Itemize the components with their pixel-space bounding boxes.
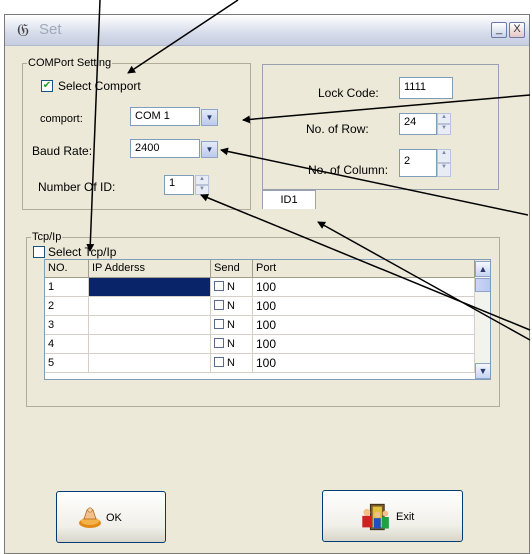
send-checkbox[interactable]: [214, 281, 224, 291]
ip-address-cell[interactable]: [89, 335, 211, 353]
window-title: Set: [39, 21, 62, 38]
port-cell[interactable]: 100: [253, 278, 475, 296]
exit-button-label: Exit: [396, 511, 415, 523]
spin-down-icon[interactable]: ▼: [437, 124, 451, 135]
column-header-ip[interactable]: IP Adderss: [89, 260, 211, 277]
row-number: 1: [45, 278, 89, 296]
table-row[interactable]: 2 N 100: [45, 297, 490, 316]
send-cell[interactable]: N: [211, 316, 253, 334]
rows-label: No. of Row:: [306, 122, 369, 136]
comport-select[interactable]: COM 1: [130, 107, 200, 126]
column-header-port[interactable]: Port: [253, 260, 475, 277]
send-value: N: [227, 300, 235, 312]
spin-up-icon[interactable]: ▲: [437, 149, 451, 163]
port-cell[interactable]: 100: [253, 354, 475, 372]
column-header-no[interactable]: NO.: [45, 260, 89, 277]
ok-hand-icon: [79, 507, 101, 528]
spin-up-icon[interactable]: ▲: [195, 175, 209, 185]
ip-address-cell[interactable]: [89, 278, 211, 296]
ip-address-cell[interactable]: [89, 354, 211, 372]
columns-spinner[interactable]: ▲ ▼: [437, 149, 451, 177]
baud-rate-label: Baud Rate:: [32, 144, 93, 158]
column-header-send[interactable]: Send: [211, 260, 253, 277]
tcpip-group-label: Tcp/Ip: [31, 231, 63, 244]
ok-button[interactable]: OK: [56, 491, 166, 543]
table-header: NO. IP Adderss Send Port: [45, 260, 490, 278]
row-number: 4: [45, 335, 89, 353]
columns-input[interactable]: 2: [399, 149, 437, 177]
send-cell[interactable]: N: [211, 297, 253, 315]
select-comport-checkbox[interactable]: ✔: [41, 80, 53, 92]
number-of-id-spinner[interactable]: ▲ ▼: [195, 175, 209, 195]
baud-rate-select[interactable]: 2400: [130, 139, 200, 158]
table-row[interactable]: 4 N 100: [45, 335, 490, 354]
send-checkbox[interactable]: [214, 357, 224, 367]
send-value: N: [227, 338, 235, 350]
scroll-up-icon[interactable]: ▲: [475, 261, 490, 277]
send-cell[interactable]: N: [211, 354, 253, 372]
exit-people-icon: [362, 503, 389, 531]
send-value: N: [227, 319, 235, 331]
comport-group-label: COMPort Setting: [27, 57, 113, 70]
select-comport-label: Select Comport: [58, 79, 141, 93]
table-row[interactable]: 3 N 100: [45, 316, 490, 335]
table-row[interactable]: 5 N 100: [45, 354, 490, 373]
baud-rate-dropdown-button[interactable]: ▼: [201, 141, 218, 158]
comport-dropdown-button[interactable]: ▼: [201, 109, 218, 126]
close-button[interactable]: X: [509, 22, 525, 38]
send-checkbox[interactable]: [214, 300, 224, 310]
exit-button[interactable]: Exit: [322, 490, 463, 542]
app-icon: 𝔊: [16, 21, 30, 40]
scroll-thumb[interactable]: [475, 278, 490, 292]
number-of-id-input[interactable]: 1: [164, 175, 194, 195]
columns-label: No. of Column:: [308, 163, 389, 177]
spin-down-icon[interactable]: ▼: [437, 163, 451, 177]
ip-address-cell[interactable]: [89, 297, 211, 315]
number-of-id-label: Number Of ID:: [38, 180, 116, 194]
ip-address-table: NO. IP Adderss Send Port 1 N 100 2 N 100…: [44, 259, 491, 380]
ok-button-label: OK: [106, 512, 122, 524]
send-checkbox[interactable]: [214, 319, 224, 329]
minimize-button[interactable]: _: [491, 22, 507, 38]
lock-code-label: Lock Code:: [318, 86, 379, 100]
tab-id1[interactable]: ID1: [262, 190, 316, 209]
lock-code-input[interactable]: 1111: [399, 77, 453, 99]
row-number: 3: [45, 316, 89, 334]
send-cell[interactable]: N: [211, 335, 253, 353]
row-number: 5: [45, 354, 89, 372]
send-checkbox[interactable]: [214, 338, 224, 348]
spin-up-icon[interactable]: ▲: [437, 113, 451, 124]
table-vertical-scrollbar[interactable]: ▲ ▼: [475, 261, 490, 379]
select-tcpip-label: Select Tcp/Ip: [48, 245, 117, 259]
title-bar[interactable]: 𝔊 Set _ X: [5, 15, 529, 46]
send-value: N: [227, 281, 235, 293]
comport-label: comport:: [40, 113, 83, 125]
send-cell[interactable]: N: [211, 278, 253, 296]
select-tcpip-checkbox[interactable]: [33, 246, 45, 258]
port-cell[interactable]: 100: [253, 335, 475, 353]
table-row[interactable]: 1 N 100: [45, 278, 490, 297]
scroll-down-icon[interactable]: ▼: [475, 363, 490, 379]
row-number: 2: [45, 297, 89, 315]
ip-address-cell[interactable]: [89, 316, 211, 334]
port-cell[interactable]: 100: [253, 297, 475, 315]
rows-spinner[interactable]: ▲ ▼: [437, 113, 451, 135]
rows-input[interactable]: 24: [399, 113, 437, 135]
spin-down-icon[interactable]: ▼: [195, 185, 209, 195]
send-value: N: [227, 357, 235, 369]
port-cell[interactable]: 100: [253, 316, 475, 334]
